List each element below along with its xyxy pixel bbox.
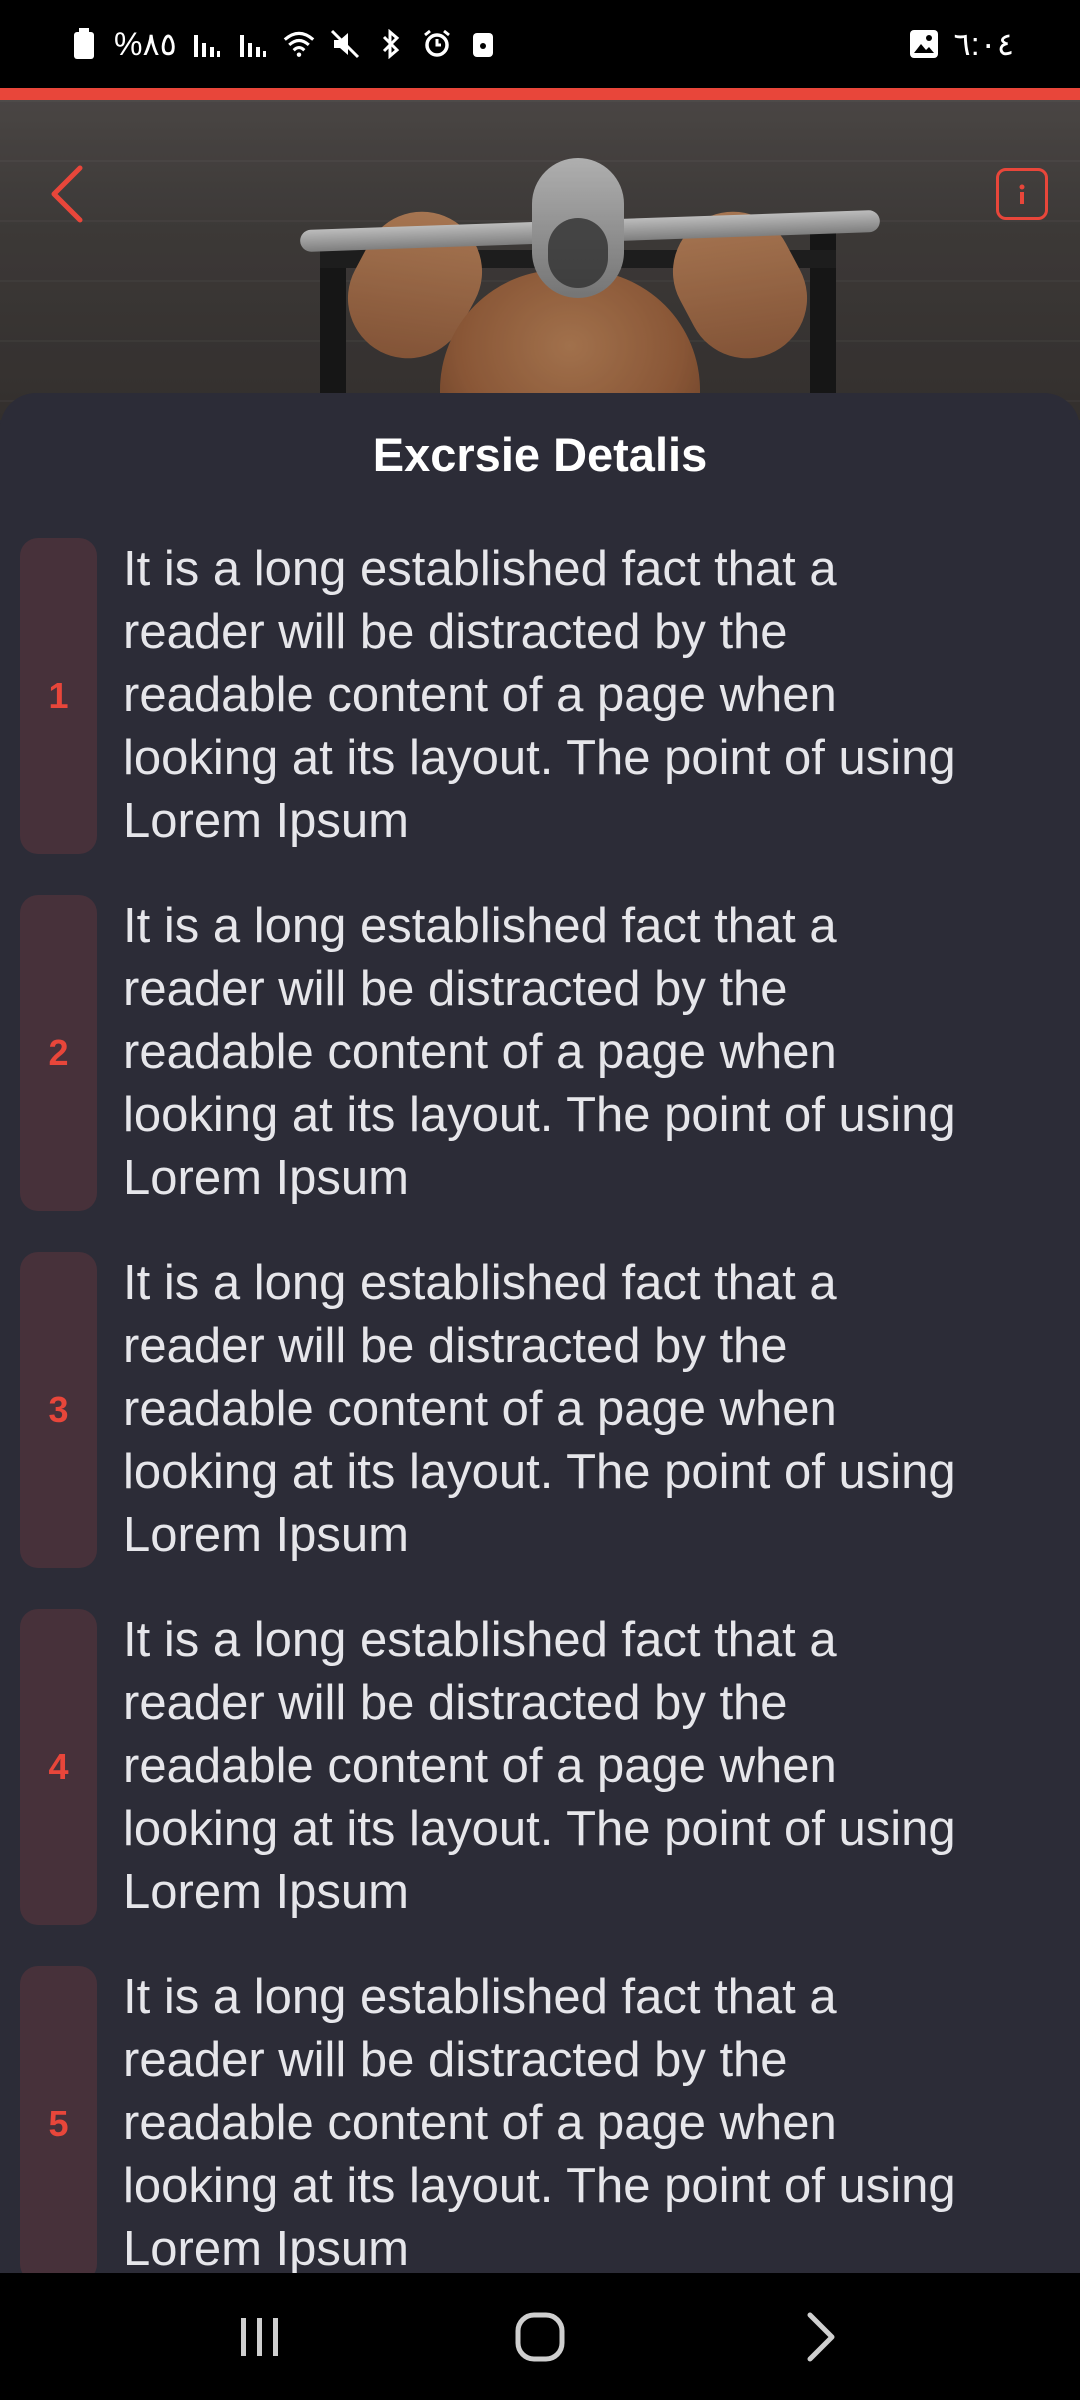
step-text: It is a long established fact that a rea…: [123, 1970, 956, 2273]
alarm-icon: [421, 28, 453, 60]
chevron-left-icon: [51, 165, 83, 223]
system-nav-bar: [0, 2273, 1080, 2400]
status-bar: %٨٥ ٦:٠٤: [0, 0, 1080, 88]
battery-icon: [68, 28, 100, 60]
home-icon: [515, 2312, 565, 2361]
back-icon: [807, 2312, 835, 2361]
battery-percent: %٨٥: [114, 26, 177, 62]
list-item: 4 It is a long established fact that a r…: [0, 1609, 1080, 1925]
gallery-icon: [908, 28, 940, 60]
step-number-badge: 4: [20, 1609, 97, 1925]
signal-icon: [191, 28, 223, 60]
status-time: ٦:٠٤: [953, 26, 1014, 62]
info-button[interactable]: [996, 168, 1048, 220]
status-left: %٨٥: [68, 25, 499, 63]
step-number-badge: 3: [20, 1252, 97, 1568]
step-text: It is a long established fact that a rea…: [123, 542, 956, 848]
list-item: 2 It is a long established fact that a r…: [0, 895, 1080, 1211]
step-number-badge: 2: [20, 895, 97, 1211]
recent-apps-icon: [241, 2317, 278, 2356]
list-item: 5 It is a long established fact that a r…: [0, 1966, 1080, 2273]
step-text: It is a long established fact that a rea…: [123, 899, 956, 1205]
back-button[interactable]: [40, 160, 92, 228]
nav-back-button[interactable]: [770, 2297, 870, 2377]
status-right: ٦:٠٤: [908, 25, 1014, 63]
recent-apps-button[interactable]: [210, 2297, 310, 2377]
exercise-hero-image: [0, 100, 1080, 420]
home-button[interactable]: [490, 2297, 590, 2377]
list-item: 3 It is a long established fact that a r…: [0, 1252, 1080, 1568]
exercise-details-sheet: Excrsie Detalis 1 It is a long establish…: [0, 393, 1080, 2273]
step-text: It is a long established fact that a rea…: [123, 1613, 956, 1919]
lock-icon: [467, 28, 499, 60]
step-number-badge: 1: [20, 538, 97, 854]
mute-icon: [329, 28, 361, 60]
signal-icon: [237, 28, 269, 60]
list-item: 1 It is a long established fact that a r…: [0, 538, 1080, 854]
accent-line: [0, 88, 1080, 100]
step-text: It is a long established fact that a rea…: [123, 1256, 956, 1562]
step-number-badge: 5: [20, 1966, 97, 2273]
app-screen: %٨٥ ٦:٠٤ Excrsie Detalis 1 It is a long …: [0, 0, 1080, 2400]
info-icon: [1019, 184, 1025, 204]
hero-overlay: [0, 100, 1080, 420]
bluetooth-icon: [375, 28, 407, 60]
sheet-title: Excrsie Detalis: [372, 428, 708, 481]
wifi-icon: [283, 28, 315, 60]
